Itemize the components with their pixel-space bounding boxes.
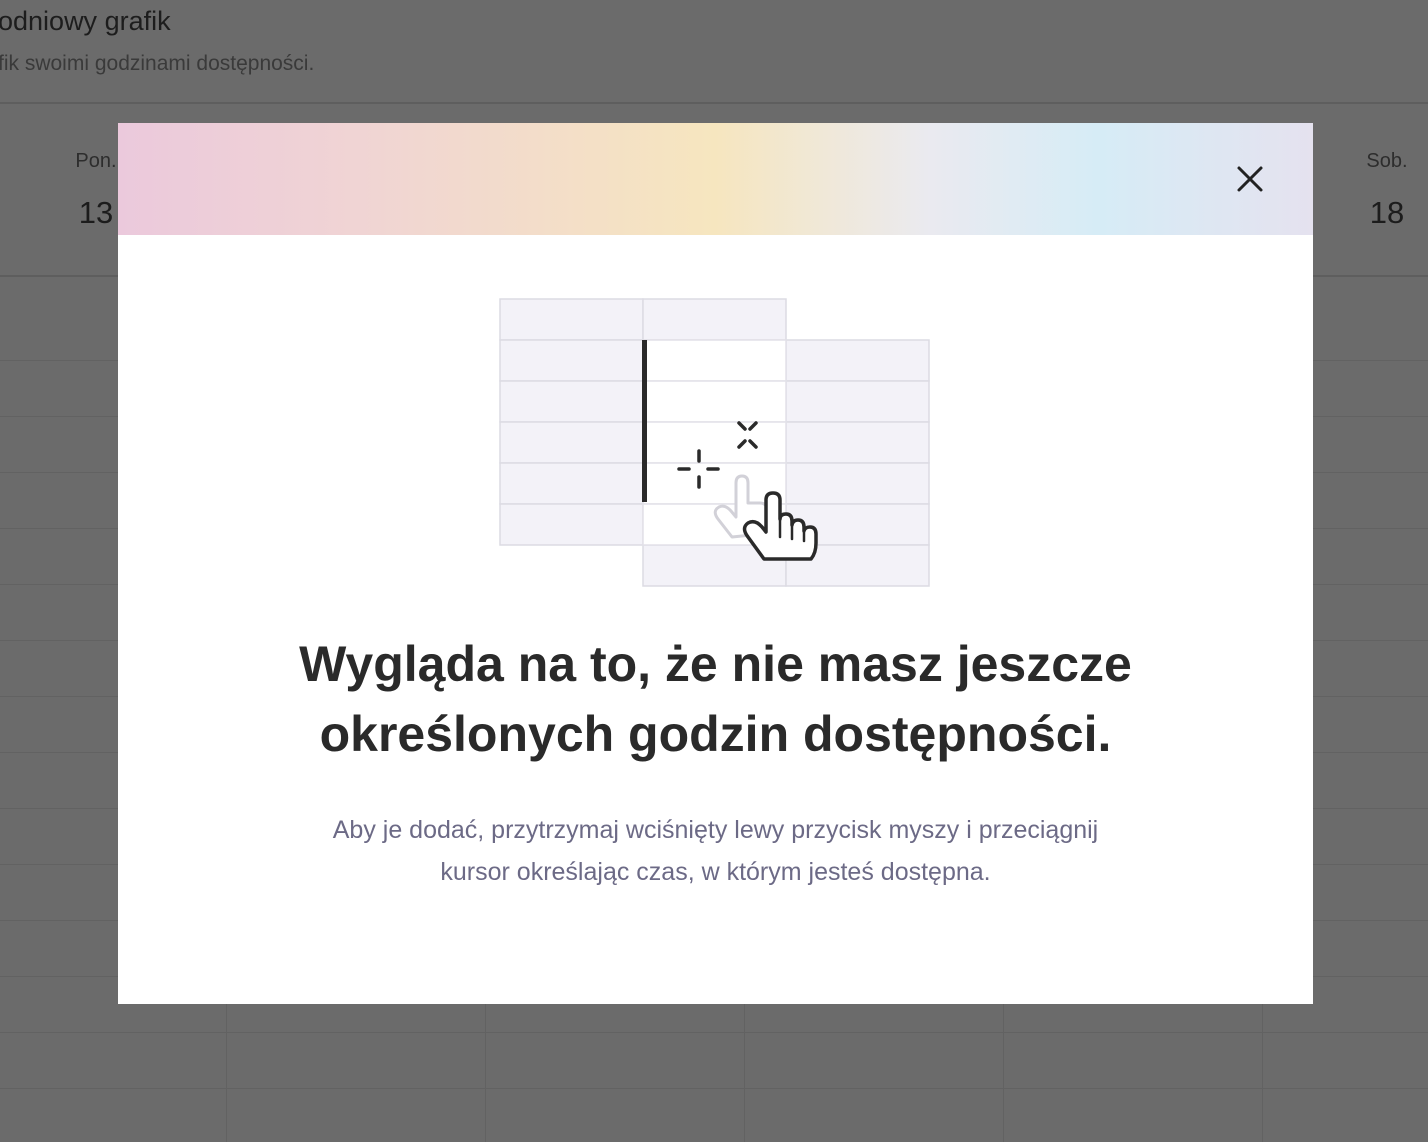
day-header-monday: Pon. 13: [70, 150, 122, 231]
availability-empty-modal: Wygląda na to, że nie masz jeszcze okreś…: [118, 123, 1313, 1004]
day-header-saturday: Sob. 18: [1358, 150, 1416, 231]
modal-description-line: kursor określając czas, w którym jesteś …: [440, 858, 991, 886]
grid-row-line: [0, 1032, 1428, 1033]
day-number: 13: [78, 195, 114, 230]
day-name: Pon.: [75, 150, 117, 172]
modal-heading-line: Wygląda na to, że nie masz jeszcze: [299, 636, 1132, 692]
close-button[interactable]: [1232, 161, 1268, 197]
page-subtitle: fik swoimi godzinami dostępności.: [0, 52, 315, 75]
modal-description: Aby je dodać, przytrzymaj wciśnięty lewy…: [118, 809, 1313, 893]
close-icon: [1237, 166, 1263, 192]
page-header: odniowy grafik fik swoimi godzinami dost…: [0, 0, 1428, 104]
day-number: 18: [1369, 195, 1405, 230]
grid-row-line: [0, 1088, 1428, 1089]
modal-heading: Wygląda na to, że nie masz jeszcze okreś…: [118, 629, 1313, 769]
page-title: odniowy grafik: [0, 6, 171, 36]
modal-gradient-banner: [118, 123, 1313, 235]
day-name: Sob.: [1366, 150, 1408, 172]
modal-heading-line: określonych godzin dostępności.: [319, 706, 1112, 762]
modal-description-line: Aby je dodać, przytrzymaj wciśnięty lewy…: [332, 816, 1099, 844]
drag-select-hand-icon: [499, 298, 930, 587]
